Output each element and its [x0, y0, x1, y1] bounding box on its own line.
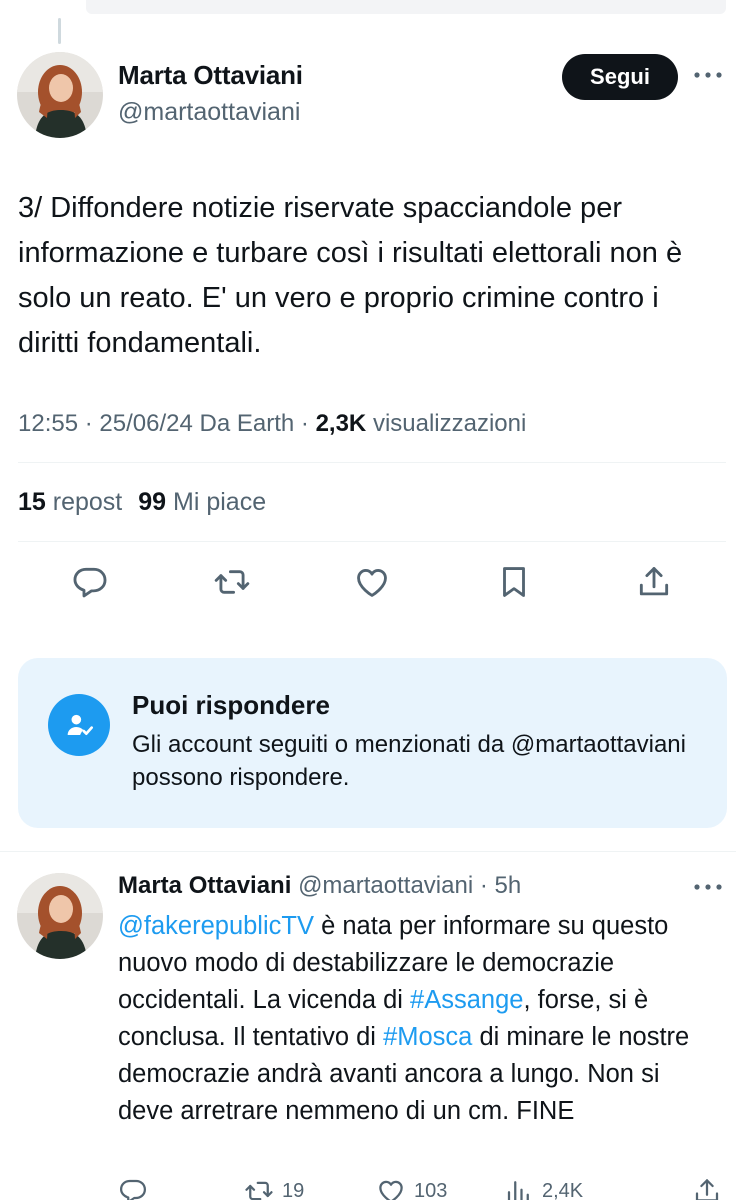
tweet-text: 3/ Diffondere notizie riservate spaccian…	[18, 192, 683, 359]
previous-tweet-edge	[86, 0, 726, 14]
tweet-meta: 12:55 · 25/06/24 Da Earth · 2,3K visuali…	[18, 410, 526, 438]
author-avatar[interactable]	[17, 52, 103, 138]
notice-title: Puoi rispondere	[132, 690, 330, 720]
mention-link[interactable]: @fakerepublicTV	[118, 912, 314, 940]
like-count: 103	[414, 1179, 448, 1200]
tweet-source: Da Earth	[199, 410, 295, 437]
tweet-time[interactable]: 12:55	[18, 410, 78, 437]
views-icon	[507, 1181, 529, 1200]
repost-icon	[245, 1181, 273, 1200]
views-button[interactable]: 2,4K	[504, 1176, 583, 1200]
reply-icon[interactable]	[118, 1176, 148, 1200]
bookmark-icon[interactable]	[492, 560, 536, 604]
more-icon[interactable]	[694, 878, 722, 896]
reply-header: Marta Ottaviani @martaottaviani · 5h	[118, 872, 521, 900]
likes-stat[interactable]: 99 Mi piace	[138, 488, 266, 516]
like-icon[interactable]	[350, 560, 394, 604]
reposts-stat[interactable]: 15 repost	[18, 488, 122, 516]
reply-text: @fakerepublicTV è nata per informare su …	[118, 908, 718, 1130]
meta-separator: ·	[84, 410, 100, 437]
tweet-actions	[0, 560, 736, 610]
meta-separator: ·	[300, 410, 316, 437]
meta-separator: ·	[473, 872, 495, 899]
divider	[18, 462, 726, 463]
more-icon[interactable]	[694, 66, 722, 84]
views-label: visualizzazioni	[372, 410, 527, 437]
divider	[0, 851, 736, 852]
author-handle[interactable]: @martaottaviani	[118, 98, 300, 127]
reply-author-avatar[interactable]	[17, 873, 103, 959]
reply-permission-notice: Puoi rispondere Gli account seguiti o me…	[18, 658, 727, 828]
share-icon[interactable]	[692, 1176, 722, 1200]
tweet-date[interactable]: 25/06/24	[99, 410, 192, 437]
views-count: 2,3K	[315, 410, 367, 437]
divider	[18, 541, 726, 542]
share-icon[interactable]	[632, 560, 676, 604]
like-button[interactable]: 103	[376, 1176, 447, 1200]
reply-author-name[interactable]: Marta Ottaviani	[118, 872, 291, 899]
reply-icon[interactable]	[68, 560, 112, 604]
thread-connector-line	[58, 18, 61, 44]
repost-button[interactable]: 19	[244, 1176, 304, 1200]
follow-button[interactable]: Segui	[562, 54, 678, 100]
hashtag-link[interactable]: #Assange	[410, 986, 523, 1014]
reply-actions: 19 103 2,4K	[118, 1176, 728, 1200]
person-check-icon	[48, 694, 110, 756]
reply-time[interactable]: 5h	[495, 872, 522, 899]
reply-author-handle[interactable]: @martaottaviani	[298, 872, 473, 899]
hashtag-link[interactable]: #Mosca	[383, 1023, 472, 1051]
views-count-reply: 2,4K	[542, 1179, 584, 1200]
repost-count: 19	[282, 1179, 305, 1200]
like-icon	[379, 1180, 403, 1200]
author-name[interactable]: Marta Ottaviani	[118, 60, 303, 91]
notice-body: Gli account seguiti o menzionati da @mar…	[132, 731, 686, 791]
repost-icon[interactable]	[210, 560, 254, 604]
engagement-stats: 15 repost 99 Mi piace	[18, 488, 266, 517]
